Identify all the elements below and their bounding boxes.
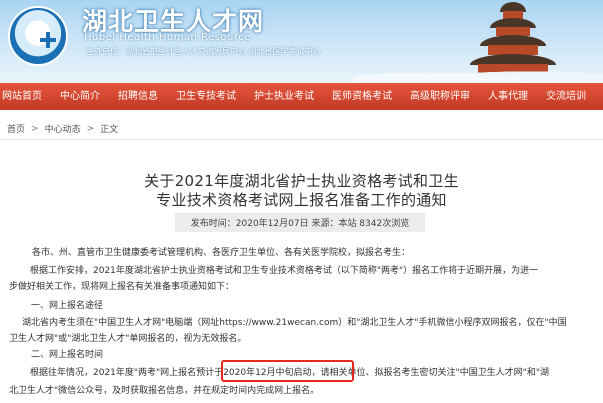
nav-item-health-tech-exam[interactable]: 卫生专技考试 (167, 83, 245, 110)
cloud-decoration (353, 65, 603, 83)
site-logo-emblem[interactable] (8, 6, 68, 66)
nav-item-about[interactable]: 中心简介 (51, 83, 109, 110)
breadcrumb-section[interactable]: 中心动态 (45, 122, 81, 135)
nav-item-recruitment[interactable]: 招聘信息 (109, 83, 167, 110)
nav-item-home[interactable]: 网站首页 (0, 83, 51, 110)
breadcrumb: 首页 > 中心动态 > 正文 (0, 118, 603, 140)
article-title-line-1: 关于2021年度湖北省护士执业资格考试和卫生 (144, 172, 459, 190)
organizers-line: 主办单位：湖北省卫生计生人才交流发展中心 湖北省医学考试中心 (86, 47, 321, 56)
nav-item-personnel-agency[interactable]: 人事代理 (479, 83, 537, 110)
paragraph-registration-time-line-2: 北卫生人才"微信公众号，及时获取报名信息，并在规定时间内完成网上报名。 (9, 386, 320, 396)
publish-info: 发布时间：2020年12月07日 来源：本站 8342次浏览 (190, 219, 410, 229)
paragraph-registration-channel-line-2: 卫生人才网"或"湖北卫生人才"单网报名的，视为无效报名。 (9, 334, 247, 344)
nav-item-nurse-exam[interactable]: 护士执业考试 (245, 83, 323, 110)
paragraph-registration-channel-line-1: 湖北省内考生须在"中国卫生人才网"电脑端（网址https://www.21wec… (22, 318, 567, 328)
section-heading-1: 一、网上报名途径 (31, 301, 104, 311)
paragraph-intro-line-1: 根据工作安排，2021年度湖北省护士执业资格考试和卫生专业技术资格考试（以下简称… (30, 266, 539, 276)
nav-item-physician-exam[interactable]: 医师资格考试 (323, 83, 401, 110)
nav-item-senior-title-review[interactable]: 高级职称评审 (401, 83, 479, 110)
paragraph-salutation: 各市、州、直管市卫生健康委考试管理机构、各医疗卫生单位、各有关医学院校，拟报名考… (32, 248, 411, 258)
breadcrumb-home[interactable]: 首页 (7, 122, 25, 135)
paragraph-intro-line-2: 步做好相关工作，现将网上报名有关准备事项通知如下： (9, 282, 235, 292)
breadcrumb-separator: > (86, 123, 95, 134)
site-banner: 湖北卫生人才网 Hubei Health Human Resource 主办单位… (0, 0, 603, 83)
article-title-line-2: 专业技术资格考试网上报名准备工作的通知 (156, 191, 447, 209)
nav-item-training[interactable]: 交流培训 (537, 83, 595, 110)
main-nav: 网站首页 中心简介 招聘信息 卫生专技考试 护士执业考试 医师资格考试 高级职称… (0, 83, 603, 110)
site-subtitle: Hubei Health Human Resource (84, 32, 251, 43)
medical-cross-icon (40, 32, 56, 48)
article-meta: 发布时间：2020年12月07日 来源：本站 8342次浏览 (175, 213, 425, 232)
date-highlight-annotation (221, 360, 354, 382)
breadcrumb-current: 正文 (100, 125, 119, 135)
breadcrumb-separator: > (31, 123, 39, 134)
